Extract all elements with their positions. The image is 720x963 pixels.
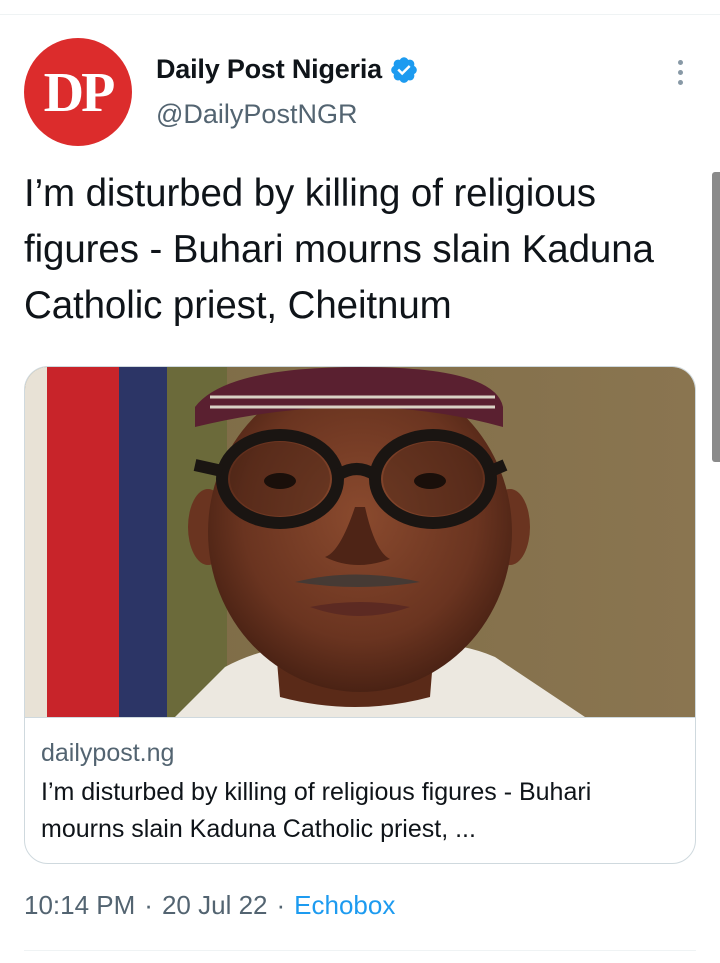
avatar[interactable]: DP <box>24 38 132 146</box>
display-name[interactable]: Daily Post Nigeria <box>156 54 382 85</box>
tweet-time[interactable]: 10:14 PM <box>24 890 135 921</box>
scrollbar[interactable] <box>712 172 720 462</box>
tweet-date[interactable]: 20 Jul 22 <box>162 890 268 921</box>
avatar-logo-text: DP <box>43 62 116 124</box>
tweet-meta: 10:14 PM · 20 Jul 22 · Echobox <box>24 890 395 921</box>
tweet-text: I’m disturbed by killing of religious fi… <box>24 172 654 327</box>
tweet-page: DP Daily Post Nigeria @DailyPostNGR I’m … <box>0 0 720 963</box>
tweet-source[interactable]: Echobox <box>294 890 395 921</box>
meta-separator: · <box>144 890 153 920</box>
author-handle[interactable]: @DailyPostNGR <box>156 99 357 130</box>
link-card[interactable]: dailypost.ng I’m disturbed by killing of… <box>24 366 696 864</box>
card-divider <box>25 717 695 718</box>
meta-separator: · <box>276 890 286 920</box>
more-options-icon <box>677 59 683 85</box>
more-options-button[interactable] <box>664 54 696 90</box>
card-domain: dailypost.ng <box>41 739 175 767</box>
link-card-image[interactable] <box>25 367 695 717</box>
verified-badge-icon <box>389 55 419 85</box>
card-title: I’m disturbed by killing of religious fi… <box>41 778 592 843</box>
author-name-row: Daily Post Nigeria <box>156 54 419 85</box>
top-divider <box>0 14 720 15</box>
bottom-divider <box>24 950 696 951</box>
